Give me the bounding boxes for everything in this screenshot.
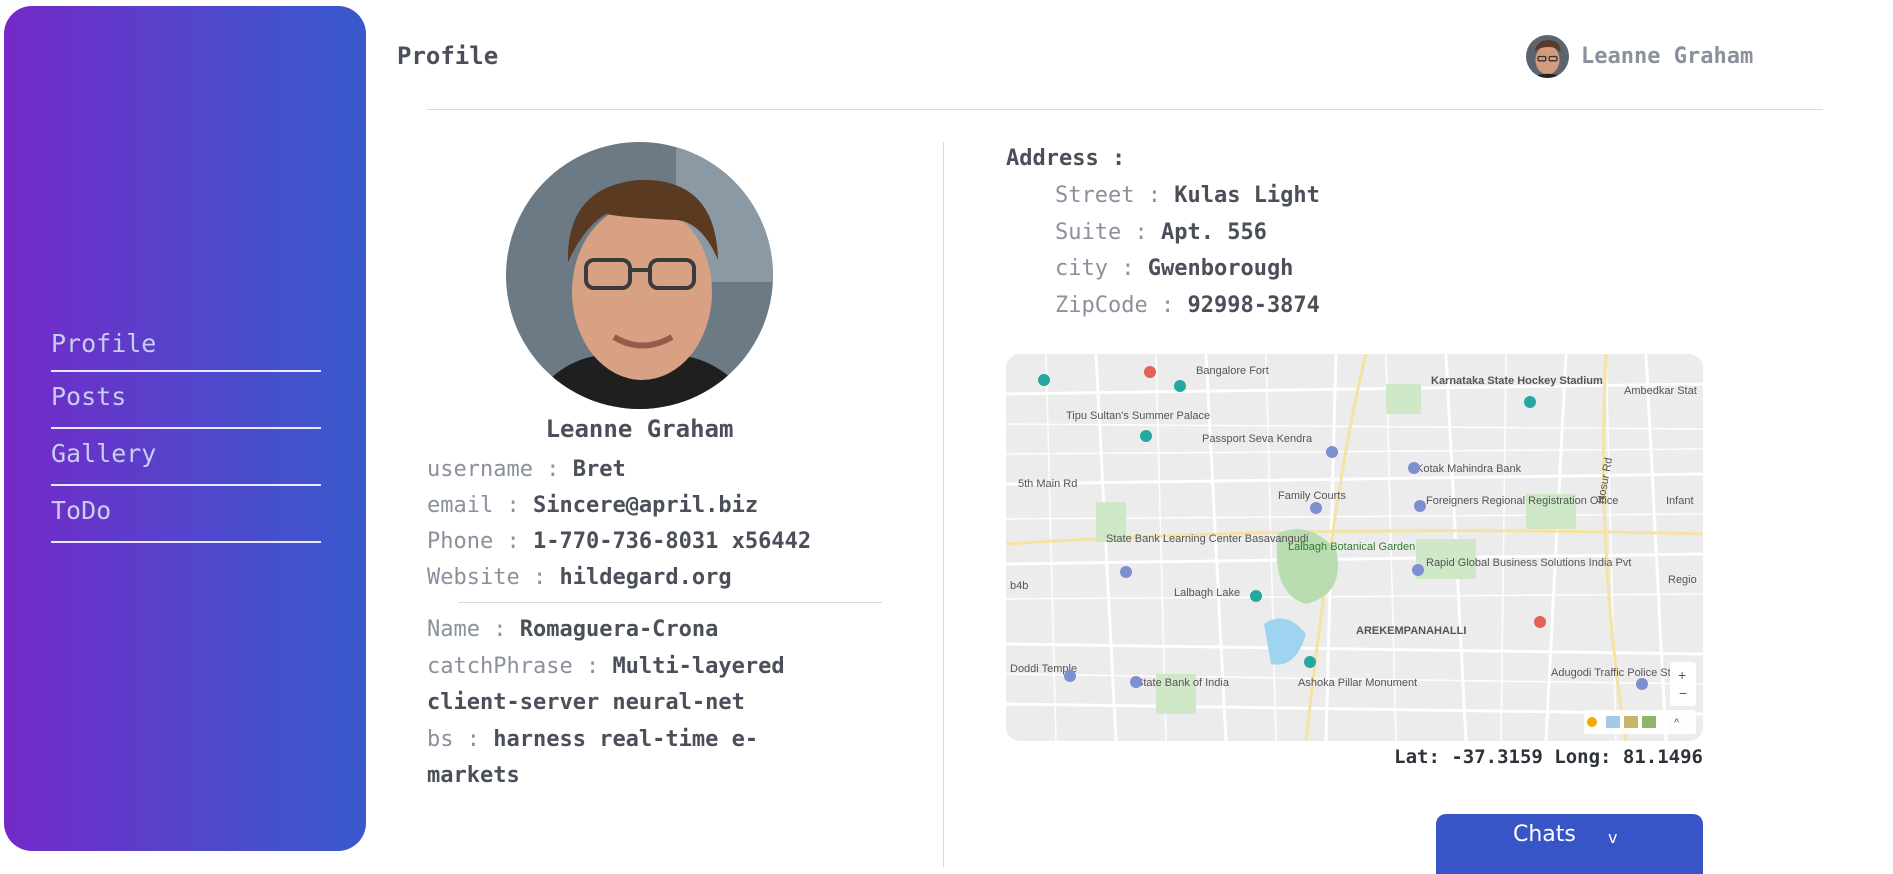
map-pin-icon[interactable] — [1414, 500, 1426, 512]
map-label: Passport Seva Kendra — [1202, 433, 1313, 445]
map-pin-icon[interactable] — [1250, 590, 1262, 602]
sidebar-item-todo[interactable]: ToDo — [51, 486, 321, 543]
company-info: Name : Romaguera-Crona catchPhrase : Mul… — [427, 612, 827, 795]
map-pin-icon[interactable] — [1174, 380, 1186, 392]
username-value: Bret — [572, 457, 626, 482]
company-bs-row: bs : harness real-time e-markets — [427, 722, 827, 795]
map-label: Tipu Sultan's Summer Palace — [1066, 410, 1210, 422]
suite-value: Apt. 556 — [1160, 219, 1267, 245]
address-street: Street : Kulas Light — [1055, 178, 1320, 215]
map-pin-icon[interactable] — [1412, 564, 1424, 576]
profile-field-username: username : Bret — [427, 452, 626, 489]
map-pin-icon[interactable] — [1038, 374, 1050, 386]
map-label: State Bank Learning Center Basavangudi — [1106, 533, 1308, 545]
city-value: Gwenborough — [1147, 256, 1294, 281]
chevron-up-icon[interactable]: ^ — [1674, 717, 1680, 729]
zipcode-value: 92998-3874 — [1187, 292, 1320, 318]
sidebar-nav: Profile Posts Gallery ToDo — [51, 324, 321, 543]
field-label: Suite : — [1055, 219, 1148, 245]
map-label: Regio — [1668, 574, 1697, 586]
profile-field-email: email : Sincere@april.biz — [427, 488, 758, 525]
map-label: Ashoka Pillar Monument — [1298, 677, 1417, 689]
map-layers-control[interactable]: ^ — [1584, 710, 1696, 734]
company-catchphrase-row: catchPhrase : Multi-layered client-serve… — [427, 649, 827, 722]
map-zoom-in-icon[interactable]: + — [1678, 667, 1686, 683]
map-label: Ambedkar Stat — [1624, 385, 1697, 397]
map-label: Lalbagh Botanical Garden — [1288, 541, 1415, 553]
field-label: Phone : — [427, 529, 520, 554]
field-label: ZipCode : — [1055, 292, 1175, 318]
email-value: Sincere@april.biz — [532, 493, 759, 518]
company-divider — [458, 602, 882, 603]
header-user-name: Leanne Graham — [1581, 44, 1754, 69]
profile-field-website: Website : hildegard.org — [427, 560, 732, 597]
map-coordinates: Lat: -37.3159 Long: 81.1496 — [1394, 746, 1703, 768]
company-bs-label: bs : — [427, 726, 480, 752]
map-zoom-out-icon[interactable]: − — [1679, 685, 1687, 701]
page-title: Profile — [397, 42, 499, 70]
map-label: Kotak Mahindra Bank — [1416, 463, 1522, 475]
profile-field-phone: Phone : 1-770-736-8031 x56442 — [427, 524, 811, 561]
field-label: username : — [427, 457, 560, 482]
street-value: Kulas Light — [1174, 183, 1320, 208]
map-label: Bangalore Fort — [1196, 365, 1269, 377]
map-label: Foreigners Regional Registration Office — [1426, 495, 1618, 507]
sidebar-item-gallery[interactable]: Gallery — [51, 429, 321, 486]
company-catchphrase-label: catchPhrase : — [427, 653, 600, 679]
map-pin-icon[interactable] — [1534, 616, 1546, 628]
profile-full-name: Leanne Graham — [545, 415, 734, 443]
map-pin-icon[interactable] — [1120, 566, 1132, 578]
map-label: AREKEMPANAHALLI — [1356, 625, 1466, 637]
address-fields: Street : Kulas Light Suite : Apt. 556 ci… — [1055, 178, 1320, 324]
phone-value: 1-770-736-8031 x56442 — [532, 529, 812, 554]
chats-button[interactable]: Chats v — [1436, 814, 1703, 874]
pegman-icon[interactable] — [1587, 717, 1597, 727]
map-label: Family Courts — [1278, 490, 1346, 502]
field-label: city : — [1055, 256, 1135, 281]
map-label: 5th Main Rd — [1018, 478, 1077, 490]
map-pin-icon[interactable] — [1310, 502, 1322, 514]
map-pin-icon[interactable] — [1140, 430, 1152, 442]
profile-photo — [506, 142, 773, 409]
header-user[interactable]: Leanne Graham — [1526, 35, 1753, 78]
field-label: Street : — [1055, 183, 1161, 208]
field-label: email : — [427, 493, 520, 518]
map-pin-icon[interactable] — [1304, 656, 1316, 668]
map[interactable]: Bangalore Fort Tipu Sultan's Summer Pala… — [1006, 354, 1703, 741]
chevron-down-icon: v — [1608, 828, 1618, 847]
map-pin-icon[interactable] — [1064, 670, 1076, 682]
column-divider — [943, 142, 944, 867]
address-zipcode: ZipCode : 92998-3874 — [1055, 288, 1320, 325]
map-pin-icon[interactable] — [1130, 676, 1142, 688]
chats-label: Chats — [1513, 822, 1576, 847]
avatar[interactable] — [1526, 35, 1569, 78]
field-label: Website : — [427, 565, 547, 590]
map-label: b4b — [1010, 580, 1028, 592]
map-pin-icon[interactable] — [1636, 678, 1648, 690]
website-value: hildegard.org — [559, 565, 732, 590]
company-name-label: Name : — [427, 617, 507, 642]
address-suite: Suite : Apt. 556 — [1055, 215, 1320, 252]
address-city: city : Gwenborough — [1055, 251, 1320, 288]
sidebar-item-posts[interactable]: Posts — [51, 372, 321, 429]
map-label: Infant — [1666, 495, 1694, 507]
sidebar: Profile Posts Gallery ToDo — [4, 6, 366, 851]
header-divider — [427, 109, 1823, 110]
map-zoom-controls[interactable]: + − — [1670, 662, 1696, 706]
map-label: Lalbagh Lake — [1174, 587, 1240, 599]
map-pin-icon[interactable] — [1326, 446, 1338, 458]
map-label: Karnataka State Hockey Stadium — [1431, 375, 1603, 387]
map-pin-icon[interactable] — [1408, 462, 1420, 474]
sidebar-item-profile[interactable]: Profile — [51, 324, 321, 372]
map-label: Rapid Global Business Solutions India Pv… — [1426, 557, 1631, 569]
company-name-row: Name : Romaguera-Crona — [427, 612, 827, 649]
map-pin-icon[interactable] — [1524, 396, 1536, 408]
map-label: State Bank of India — [1136, 677, 1230, 689]
map-pin-icon[interactable] — [1144, 366, 1156, 378]
address-title: Address : — [1006, 146, 1126, 171]
company-name-value: Romaguera-Crona — [519, 617, 719, 642]
